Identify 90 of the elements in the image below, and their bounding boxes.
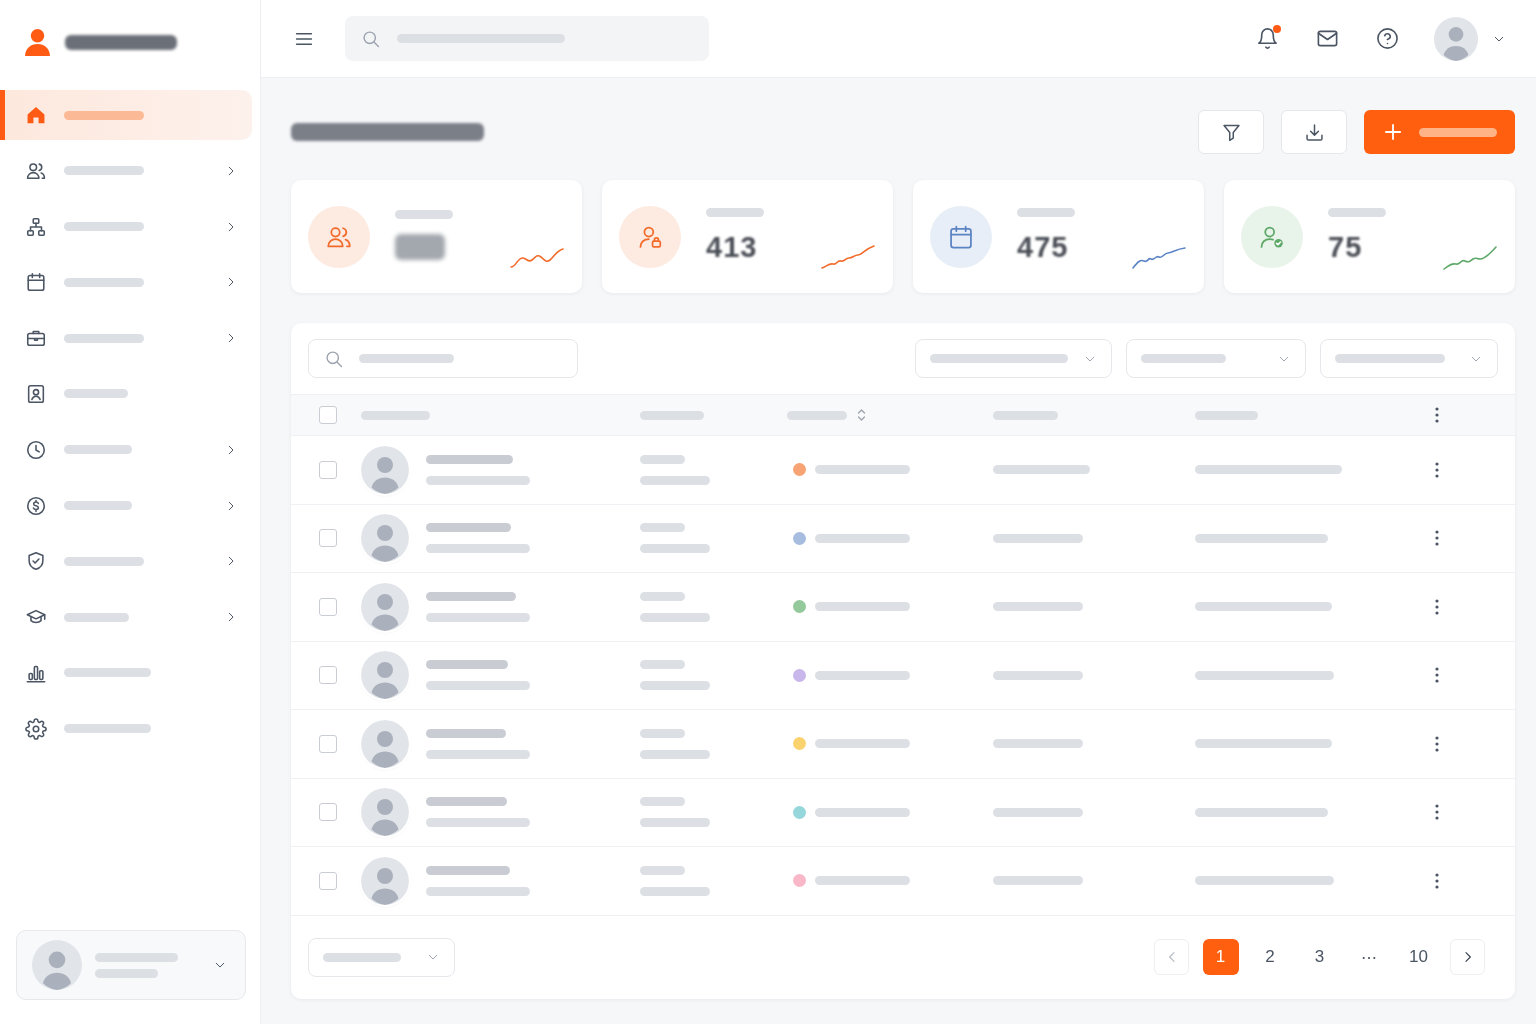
blurred-text: [640, 591, 685, 601]
avatar-silhouette-icon: [361, 651, 409, 700]
avatar-silhouette-icon: [361, 788, 409, 837]
blurred-text: [640, 749, 710, 759]
blurred-text: [787, 410, 847, 420]
search-icon: [361, 28, 381, 49]
stat-value: 413: [706, 231, 759, 262]
blurred-text: [640, 475, 710, 485]
more-options-icon[interactable]: [1435, 872, 1439, 889]
avatar-silhouette-icon[interactable]: [1434, 16, 1478, 61]
bell-icon[interactable]: [1256, 27, 1279, 50]
blurred-text: [640, 681, 710, 691]
dollar-circle-icon: [25, 494, 47, 517]
calendar-icon: [25, 271, 47, 294]
id-card-icon: [25, 383, 47, 405]
filter-dropdown[interactable]: [915, 339, 1112, 378]
more-options-icon[interactable]: [1435, 667, 1439, 684]
rows-per-page-dropdown[interactable]: [308, 937, 455, 977]
more-options-icon[interactable]: [1435, 804, 1439, 821]
stat-value: 475: [1017, 231, 1070, 262]
user-check-icon: [1241, 205, 1303, 268]
search-icon: [324, 348, 344, 369]
org-chart-icon: [25, 215, 47, 238]
more-options-icon[interactable]: [1435, 461, 1439, 478]
row-checkbox[interactable]: [319, 871, 337, 890]
blurred-text: [640, 660, 685, 670]
search-field[interactable]: [308, 339, 578, 378]
blurred-text: [640, 797, 685, 807]
avatar-silhouette-icon: [361, 445, 409, 494]
shield-check-icon: [25, 550, 47, 573]
add-button[interactable]: [1364, 110, 1515, 154]
blurred-text: [640, 612, 710, 622]
blurred-text: [706, 207, 764, 217]
row-checkbox[interactable]: [319, 460, 337, 479]
home-icon: [25, 104, 47, 126]
filter-button[interactable]: [1198, 110, 1264, 154]
user-lock-icon: [619, 205, 681, 268]
users-icon: [308, 205, 370, 268]
more-options-icon[interactable]: [1435, 407, 1439, 423]
blurred-text: [64, 501, 132, 511]
avatar-silhouette-icon: [32, 940, 82, 990]
blurred-text: [64, 445, 132, 455]
sort-icon[interactable]: [857, 408, 866, 422]
download-button[interactable]: [1281, 110, 1347, 154]
row-checkbox[interactable]: [319, 666, 337, 685]
filter-dropdown[interactable]: [1126, 339, 1306, 378]
pagination-ellipsis: ⋯: [1360, 947, 1378, 967]
blurred-text: [640, 865, 685, 875]
row-checkbox[interactable]: [319, 734, 337, 753]
blurred-text: [95, 968, 158, 978]
blurred-text: [64, 612, 129, 622]
filter-dropdown[interactable]: [1320, 339, 1498, 378]
more-options-icon[interactable]: [1435, 530, 1439, 547]
search-field[interactable]: [345, 16, 709, 61]
more-options-icon[interactable]: [1435, 598, 1439, 615]
avatar-silhouette-icon: [361, 719, 409, 768]
settings-icon: [25, 717, 47, 740]
blurred-text: [64, 389, 128, 399]
sidebar-item[interactable]: [0, 90, 252, 140]
blurred-text: [395, 209, 453, 219]
page-button[interactable]: 2: [1252, 939, 1288, 976]
blurred-text: [640, 454, 685, 464]
more-options-icon[interactable]: [1435, 735, 1439, 752]
user-profile-card[interactable]: [16, 930, 246, 1000]
page-button[interactable]: 10: [1400, 939, 1437, 976]
clock-icon: [25, 438, 47, 461]
avatar-silhouette-icon: [361, 514, 409, 563]
row-checkbox[interactable]: [319, 803, 337, 822]
blurred-text: [640, 523, 685, 533]
person-logo-icon: [24, 27, 51, 57]
blurred-text: [1017, 207, 1075, 217]
blurred-text: [640, 728, 685, 738]
download-icon: [1303, 121, 1325, 143]
blurred-text: [640, 886, 710, 896]
stat-value: 75: [1328, 231, 1364, 262]
plus-icon: [1383, 122, 1403, 142]
row-checkbox[interactable]: [319, 529, 337, 548]
avatar-silhouette-icon: [361, 582, 409, 631]
blurred-text: [640, 818, 710, 828]
row-checkbox[interactable]: [319, 597, 337, 616]
help-icon[interactable]: [1376, 27, 1399, 50]
blurred-text: [640, 544, 710, 554]
select-all-checkbox[interactable]: [319, 406, 337, 424]
mail-icon[interactable]: [1316, 27, 1339, 50]
page-button[interactable]: 3: [1301, 939, 1338, 976]
blurred-text: [1328, 207, 1386, 217]
avatar-silhouette-icon: [361, 856, 409, 905]
next-page-button[interactable]: [1450, 939, 1485, 976]
calendar-icon: [930, 205, 992, 268]
blurred-text: [395, 233, 445, 260]
